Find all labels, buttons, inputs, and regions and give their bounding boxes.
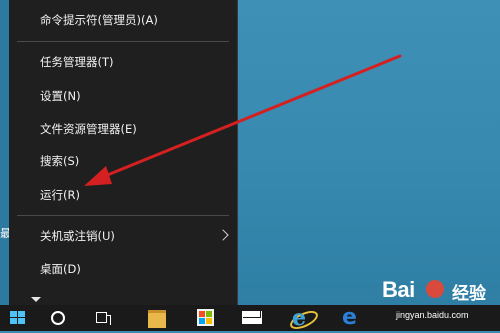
menu-item-shutdown-signout[interactable]: 关机或注销(U) (9, 222, 237, 250)
menu-item-run[interactable]: 运行(R) (9, 181, 237, 209)
menu-item-label: 文件资源管理器(E) (40, 122, 137, 136)
menu-separator (17, 41, 229, 42)
menu-item-label: 运行(R) (40, 188, 80, 202)
watermark-product: 经验 (452, 284, 486, 304)
menu-item-label: 命令提示符(管理员)(A) (40, 13, 158, 27)
internet-explorer-icon[interactable]: e (292, 307, 314, 329)
desktop-edge (0, 0, 9, 305)
task-view-icon[interactable] (96, 312, 112, 325)
menu-item-label: 任务管理器(T) (40, 55, 114, 69)
watermark-brand: Bai (382, 277, 415, 302)
edge-icon[interactable]: e (342, 307, 364, 329)
file-explorer-icon[interactable] (148, 310, 166, 328)
windows-start-icon (10, 311, 26, 325)
menu-item-file-explorer[interactable]: 文件资源管理器(E) (9, 115, 237, 143)
mail-icon[interactable] (242, 311, 262, 324)
menu-item-label: 搜索(S) (40, 154, 80, 168)
menu-item-desktop[interactable]: 桌面(D) (9, 255, 237, 283)
scroll-down-arrow-icon[interactable] (31, 297, 41, 302)
menu-item-command-prompt-admin[interactable]: 命令提示符(管理员)(A) (9, 6, 237, 34)
start-button[interactable] (0, 305, 40, 331)
menu-item-label: 设置(N) (40, 89, 81, 103)
menu-item-label: 关机或注销(U) (40, 229, 115, 243)
menu-item-search[interactable]: 搜索(S) (9, 147, 237, 175)
menu-item-task-manager[interactable]: 任务管理器(T) (9, 48, 237, 76)
menu-item-label: 桌面(D) (40, 262, 81, 276)
menu-item-settings[interactable]: 设置(N) (9, 82, 237, 110)
chevron-right-icon (217, 229, 229, 241)
baidu-jingyan-watermark: Bai 经验 jingyan.baidu.com (382, 275, 500, 331)
store-icon[interactable] (197, 309, 214, 326)
winx-context-menu: 命令提示符(管理员)(A) 任务管理器(T) 设置(N) 文件资源管理器(E) … (9, 0, 238, 305)
baidu-paw-icon (426, 280, 444, 298)
cortana-circle-icon[interactable] (51, 311, 65, 325)
watermark-url: jingyan.baidu.com (396, 310, 469, 320)
menu-separator (17, 215, 229, 216)
